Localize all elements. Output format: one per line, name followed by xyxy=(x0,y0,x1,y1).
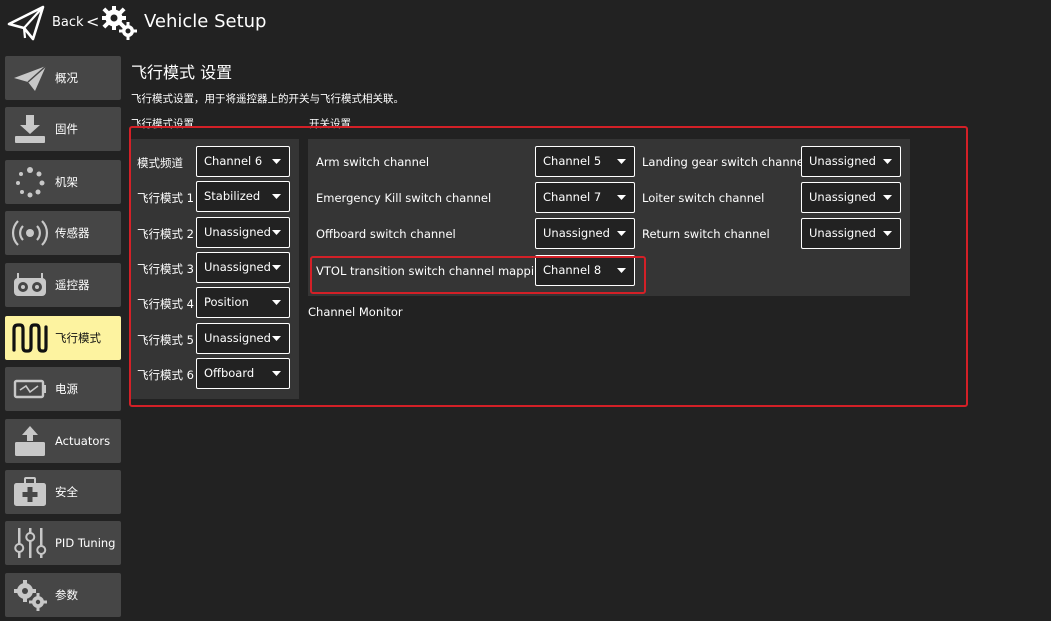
sidebar-item-label: Actuators xyxy=(55,434,111,448)
sidebar-item-label: 电源 xyxy=(55,382,78,396)
sidebar-item-label: 遥控器 xyxy=(55,278,90,292)
vtol-highlight-outline xyxy=(310,256,646,294)
page-description: 飞行模式设置，用于将遥控器上的开关与飞行模式相关联。 xyxy=(131,93,404,105)
sidebar-item-actuators[interactable]: Actuators xyxy=(5,419,121,463)
sidebar-item-pid-tuning[interactable]: PID Tuning xyxy=(5,521,121,565)
radio-waves-icon xyxy=(11,220,49,246)
sidebar-item-parameters[interactable]: 参数 xyxy=(5,573,121,617)
sidebar-item-sensors[interactable]: 传感器 xyxy=(5,211,121,255)
back-button[interactable]: Back xyxy=(52,15,84,30)
sidebar-item-label: 固件 xyxy=(55,122,78,136)
app-title: Vehicle Setup xyxy=(144,11,267,32)
sidebar-item-label: 参数 xyxy=(55,588,78,602)
first-aid-icon xyxy=(14,477,46,506)
rc-transmitter-icon xyxy=(14,273,46,296)
wave-icon xyxy=(12,323,48,353)
paper-plane-icon[interactable] xyxy=(6,4,46,42)
sidebar-item-airframe[interactable]: 机架 xyxy=(5,160,121,204)
sliders-icon xyxy=(14,528,47,558)
gears-icon xyxy=(102,6,137,40)
top-bar: Back < Vehicle Setup xyxy=(0,0,1051,48)
page-title: 飞行模式 设置 xyxy=(131,63,233,82)
gears-icon xyxy=(14,580,47,611)
sidebar-item-label: 传感器 xyxy=(55,226,90,240)
sidebar-item-power[interactable]: 电源 xyxy=(5,367,121,411)
sidebar-item-safety[interactable]: 安全 xyxy=(5,470,121,514)
sidebar-item-label: 安全 xyxy=(55,485,78,499)
sidebar-item-label: 机架 xyxy=(55,175,78,189)
sidebar-item-firmware[interactable]: 固件 xyxy=(5,107,121,151)
back-chevron-icon[interactable]: < xyxy=(86,12,99,31)
download-icon xyxy=(15,115,45,143)
frame-dots-icon xyxy=(16,167,45,198)
plane-icon xyxy=(14,65,47,91)
sidebar-item-label: 飞行模式 xyxy=(55,331,101,345)
sidebar-item-flight-modes[interactable]: 飞行模式 xyxy=(5,316,121,360)
sidebar-item-radio[interactable]: 遥控器 xyxy=(5,263,121,307)
sidebar-item-label: 概况 xyxy=(55,71,78,85)
sidebar-item-label: PID Tuning xyxy=(55,536,116,550)
actuator-icon xyxy=(15,426,45,456)
sidebar-item-summary[interactable]: 概况 xyxy=(5,56,121,100)
battery-icon xyxy=(13,379,46,399)
